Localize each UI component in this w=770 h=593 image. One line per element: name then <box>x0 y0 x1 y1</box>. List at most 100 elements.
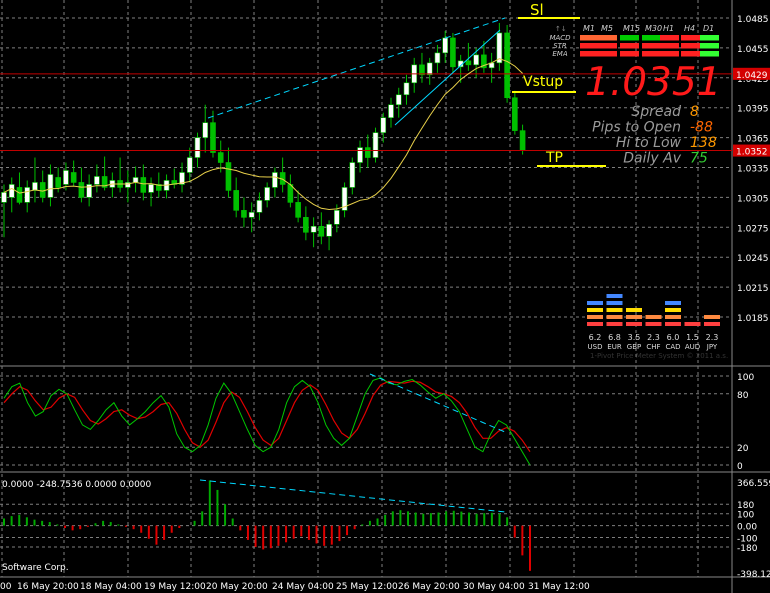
info-value: 8 <box>690 104 699 120</box>
timeframe-label: H4 <box>684 24 695 33</box>
signal-cell <box>700 51 719 57</box>
candle-body <box>395 94 402 106</box>
strength-bar <box>606 308 623 312</box>
price-tick-label: 1.0275 <box>737 224 769 234</box>
signal-cell <box>642 35 661 41</box>
strength-bar <box>606 315 623 319</box>
candle-body <box>310 226 317 233</box>
strength-currency: CHF <box>646 343 660 351</box>
signal-cell <box>660 35 679 41</box>
macd-tick-label: -398.12 <box>737 570 770 580</box>
strength-bar <box>665 322 681 326</box>
time-axis-label: 25 May 12:00 <box>336 582 398 592</box>
candle-body <box>450 37 456 68</box>
big-price: 1.0351 <box>585 60 721 105</box>
strength-bar <box>587 315 603 319</box>
candle-body <box>364 147 371 158</box>
candle-body <box>63 170 69 185</box>
candle-body <box>388 104 394 118</box>
stoch-signal-line <box>3 380 531 452</box>
signal-cell <box>642 43 661 49</box>
candle-body <box>256 200 263 213</box>
strength-bar <box>587 308 603 312</box>
time-axis-label: 16 May 20:00 <box>17 582 79 592</box>
price-tick-label: 1.0185 <box>737 314 769 324</box>
strength-bar <box>665 301 681 305</box>
info-label: Pips to Open <box>592 120 681 136</box>
macd-tick-label: -100 <box>737 535 758 545</box>
signal-cell <box>598 51 617 57</box>
stoch-tick-label: 0 <box>737 462 743 472</box>
timeframe-label: M30 <box>645 24 662 33</box>
signal-cell <box>598 35 617 41</box>
candle-body <box>442 37 448 54</box>
info-label: Spread <box>631 104 681 120</box>
candle-body <box>465 60 472 66</box>
candle-body <box>217 152 224 163</box>
candle-body <box>140 177 147 193</box>
candle-body <box>233 190 239 211</box>
signal-row-label: STR <box>553 42 567 50</box>
info-value: 138 <box>690 135 717 151</box>
candle-body <box>8 184 15 198</box>
strength-currency: CAD <box>665 343 680 351</box>
strength-currency: EUR <box>607 343 622 351</box>
signal-cell <box>681 43 700 49</box>
price-tick-label: 1.0245 <box>737 254 769 264</box>
strength-bar <box>704 315 720 319</box>
timeframe-label: M5 <box>601 24 613 33</box>
macd-tick-label: 100 <box>737 511 754 521</box>
time-axis-label: 30 May 04:00 <box>463 582 525 592</box>
candle-body <box>434 52 441 64</box>
strength-currency: GBP <box>627 343 641 351</box>
stoch-main-line <box>3 377 531 466</box>
candle-body <box>264 187 270 201</box>
candles <box>1 22 526 251</box>
copyright-text: Software Corp. <box>2 563 69 573</box>
candle-body <box>16 187 23 203</box>
candle-body <box>94 176 100 185</box>
strength-bar <box>606 301 623 305</box>
moving-average-line <box>3 58 523 210</box>
strength-bar <box>665 315 681 319</box>
signal-corner: ↑↓ <box>555 25 567 33</box>
macd-trend-line <box>199 479 506 513</box>
candle-body <box>349 162 356 188</box>
candle-body <box>519 130 526 151</box>
info-value: -88 <box>690 120 713 136</box>
signal-cell <box>681 35 700 41</box>
candle-body <box>194 137 201 158</box>
candle-body <box>426 62 433 76</box>
candle-body <box>295 202 301 218</box>
signal-cell <box>580 51 599 57</box>
candle-body <box>55 177 61 188</box>
strength-bar <box>645 322 662 326</box>
signal-cell <box>580 35 599 41</box>
strength-bar <box>587 301 603 305</box>
macd-header: 0.0000 -248.7536 0.0000 0.0000 <box>2 480 152 490</box>
candle-body <box>1 192 7 203</box>
price-tick-label: 1.0215 <box>737 284 769 294</box>
signal-cell <box>580 43 599 49</box>
label-tp: TP <box>545 150 563 166</box>
chart-canvas[interactable]: 1.04851.04551.04251.03951.03651.03351.03… <box>0 0 770 593</box>
price-tick-label: 1.0335 <box>737 165 769 175</box>
info-label: Daily Av <box>623 151 681 167</box>
macd-tick-label: 0.00 <box>737 523 757 533</box>
stoch-tick-label: 20 <box>737 444 749 454</box>
strength-bar <box>606 294 623 298</box>
candle-body <box>202 122 209 138</box>
signal-row-label: MACD <box>549 34 571 42</box>
candle-body <box>504 32 510 99</box>
stoch-trend-line <box>369 373 506 433</box>
signal-cell <box>700 35 719 41</box>
candle-body <box>148 184 154 193</box>
strength-bar <box>645 315 662 319</box>
candle-body <box>132 177 139 183</box>
candle-body <box>39 182 46 198</box>
signal-cell <box>620 43 639 49</box>
candle-body <box>70 172 77 183</box>
strength-bar <box>684 322 701 326</box>
strength-value: 6.8 <box>608 333 621 342</box>
candle-body <box>318 226 325 237</box>
